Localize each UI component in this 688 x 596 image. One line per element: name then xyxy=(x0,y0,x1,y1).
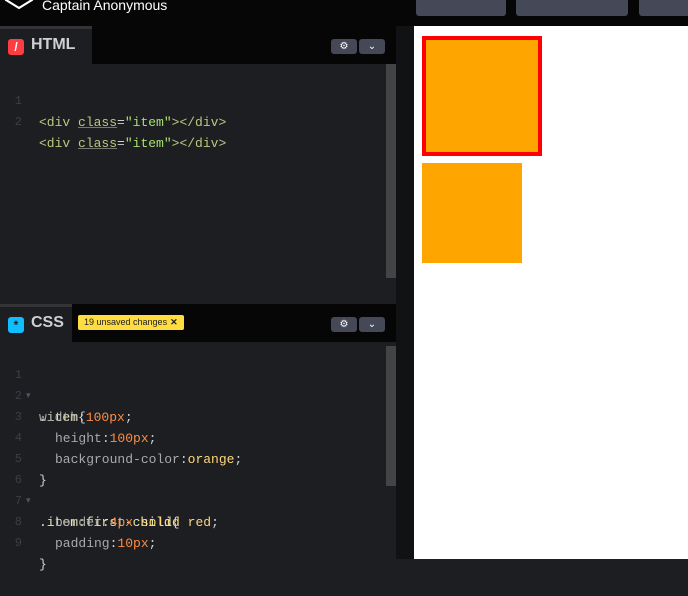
tab-css[interactable]: * CSS xyxy=(0,304,72,342)
code-token: } xyxy=(39,557,47,572)
code-token: ></div> xyxy=(171,136,227,151)
code-token: : xyxy=(101,431,110,446)
code-token: "item" xyxy=(124,115,172,130)
code-token: 10 xyxy=(117,536,134,551)
result-preview xyxy=(414,26,688,559)
line-number: 2 xyxy=(14,115,22,129)
code-token: <div xyxy=(39,136,79,151)
editor-column: / HTML ⚙ ⌄ 1 <div class="item"></div> 2 … xyxy=(0,26,396,572)
html-editor[interactable]: 1 <div class="item"></div> 2 <div class=… xyxy=(0,64,384,304)
code-line: 5 } xyxy=(0,428,47,488)
css-panel-header: * CSS 19 unsaved changes ✕ ⚙ ⌄ xyxy=(0,304,396,342)
badge-text: 19 unsaved changes xyxy=(84,317,168,327)
settings-button[interactable] xyxy=(516,0,628,16)
code-text: background-color:orange; xyxy=(55,449,242,470)
css-scrollbar[interactable] xyxy=(386,346,396,486)
code-token: ; xyxy=(211,515,219,530)
code-line: 2 <div class="item"></div> xyxy=(0,91,226,151)
code-token: : xyxy=(179,452,188,467)
code-token: = xyxy=(117,136,125,151)
code-token: height xyxy=(55,431,102,446)
code-text: <div class="item"></div> xyxy=(39,112,226,133)
css-editor[interactable]: 1 ▾ .item{ 2 width:100px; 3 height:100px… xyxy=(0,342,384,572)
css-settings-button[interactable]: ⚙ xyxy=(331,317,357,332)
code-line: 4 background-color:orange; xyxy=(0,407,242,467)
preview-item-first xyxy=(422,36,542,156)
code-token: 100 xyxy=(85,410,110,425)
chevron-down-icon: ⌄ xyxy=(367,41,377,52)
code-text: height:100px; xyxy=(55,428,156,449)
code-token: ; xyxy=(124,410,133,425)
code-text: padding:10px; xyxy=(55,533,156,554)
layout-button[interactable] xyxy=(639,0,688,16)
resize-handle[interactable] xyxy=(396,26,414,559)
code-line: 6 ▾ .item:first-child{ xyxy=(0,449,180,530)
code-token: px xyxy=(117,515,134,530)
code-text: } xyxy=(39,554,47,575)
code-token: px xyxy=(133,536,149,551)
close-icon[interactable]: ✕ xyxy=(170,317,178,327)
code-token: solid red xyxy=(133,515,212,530)
code-token: px xyxy=(133,431,149,446)
code-token: background-color xyxy=(55,452,180,467)
css-collapse-button[interactable]: ⌄ xyxy=(359,317,385,332)
code-line: 8 padding:10px; xyxy=(0,491,157,551)
html-collapse-button[interactable]: ⌄ xyxy=(359,39,385,54)
code-text: width:100px; xyxy=(39,407,133,428)
code-token: ; xyxy=(148,431,157,446)
code-token: class xyxy=(78,115,118,130)
tab-html[interactable]: / HTML xyxy=(0,26,92,64)
code-token: ></div> xyxy=(171,115,227,130)
html-settings-button[interactable]: ⚙ xyxy=(331,39,357,54)
code-text: border:4px solid red; xyxy=(55,512,219,533)
code-token: class xyxy=(78,136,118,151)
code-token: border xyxy=(55,515,102,530)
code-line: 3 height:100px; xyxy=(0,386,157,446)
css-icon: * xyxy=(8,317,24,333)
codepen-logo-icon[interactable] xyxy=(2,0,36,18)
code-token: orange xyxy=(187,452,235,467)
unsaved-changes-badge[interactable]: 19 unsaved changes ✕ xyxy=(78,315,184,330)
code-line: 1 ▾ .item{ xyxy=(0,344,86,425)
html-scrollbar[interactable] xyxy=(386,64,396,278)
code-token: padding xyxy=(55,536,110,551)
html-panel-header: / HTML ⚙ ⌄ xyxy=(0,26,396,64)
code-text: <div class="item"></div> xyxy=(39,133,226,154)
code-token: px xyxy=(109,410,125,425)
gear-icon: ⚙ xyxy=(339,319,349,330)
gear-icon: ⚙ xyxy=(339,41,349,52)
tab-html-label: HTML xyxy=(31,36,76,53)
preview-item-second xyxy=(422,163,522,263)
tab-css-label: CSS xyxy=(31,314,64,331)
code-token: : xyxy=(78,410,86,425)
top-header: Captain Anonymous xyxy=(0,0,688,26)
header-button[interactable] xyxy=(416,0,506,16)
code-line: 1 <div class="item"></div> xyxy=(0,70,226,130)
code-token: = xyxy=(117,115,125,130)
code-line: 7 border:4px solid red; xyxy=(0,470,219,530)
code-token: ; xyxy=(148,536,157,551)
code-token: ; xyxy=(234,452,243,467)
code-line: 9 } xyxy=(0,512,47,572)
code-line: 2 width:100px; xyxy=(0,365,133,425)
html-icon: / xyxy=(8,39,24,55)
code-token: 100 xyxy=(109,431,134,446)
line-number: 9 xyxy=(14,536,22,550)
author-name[interactable]: Captain Anonymous xyxy=(42,0,167,13)
chevron-down-icon: ⌄ xyxy=(367,319,377,330)
code-token: : xyxy=(101,515,110,530)
code-token: "item" xyxy=(124,136,172,151)
